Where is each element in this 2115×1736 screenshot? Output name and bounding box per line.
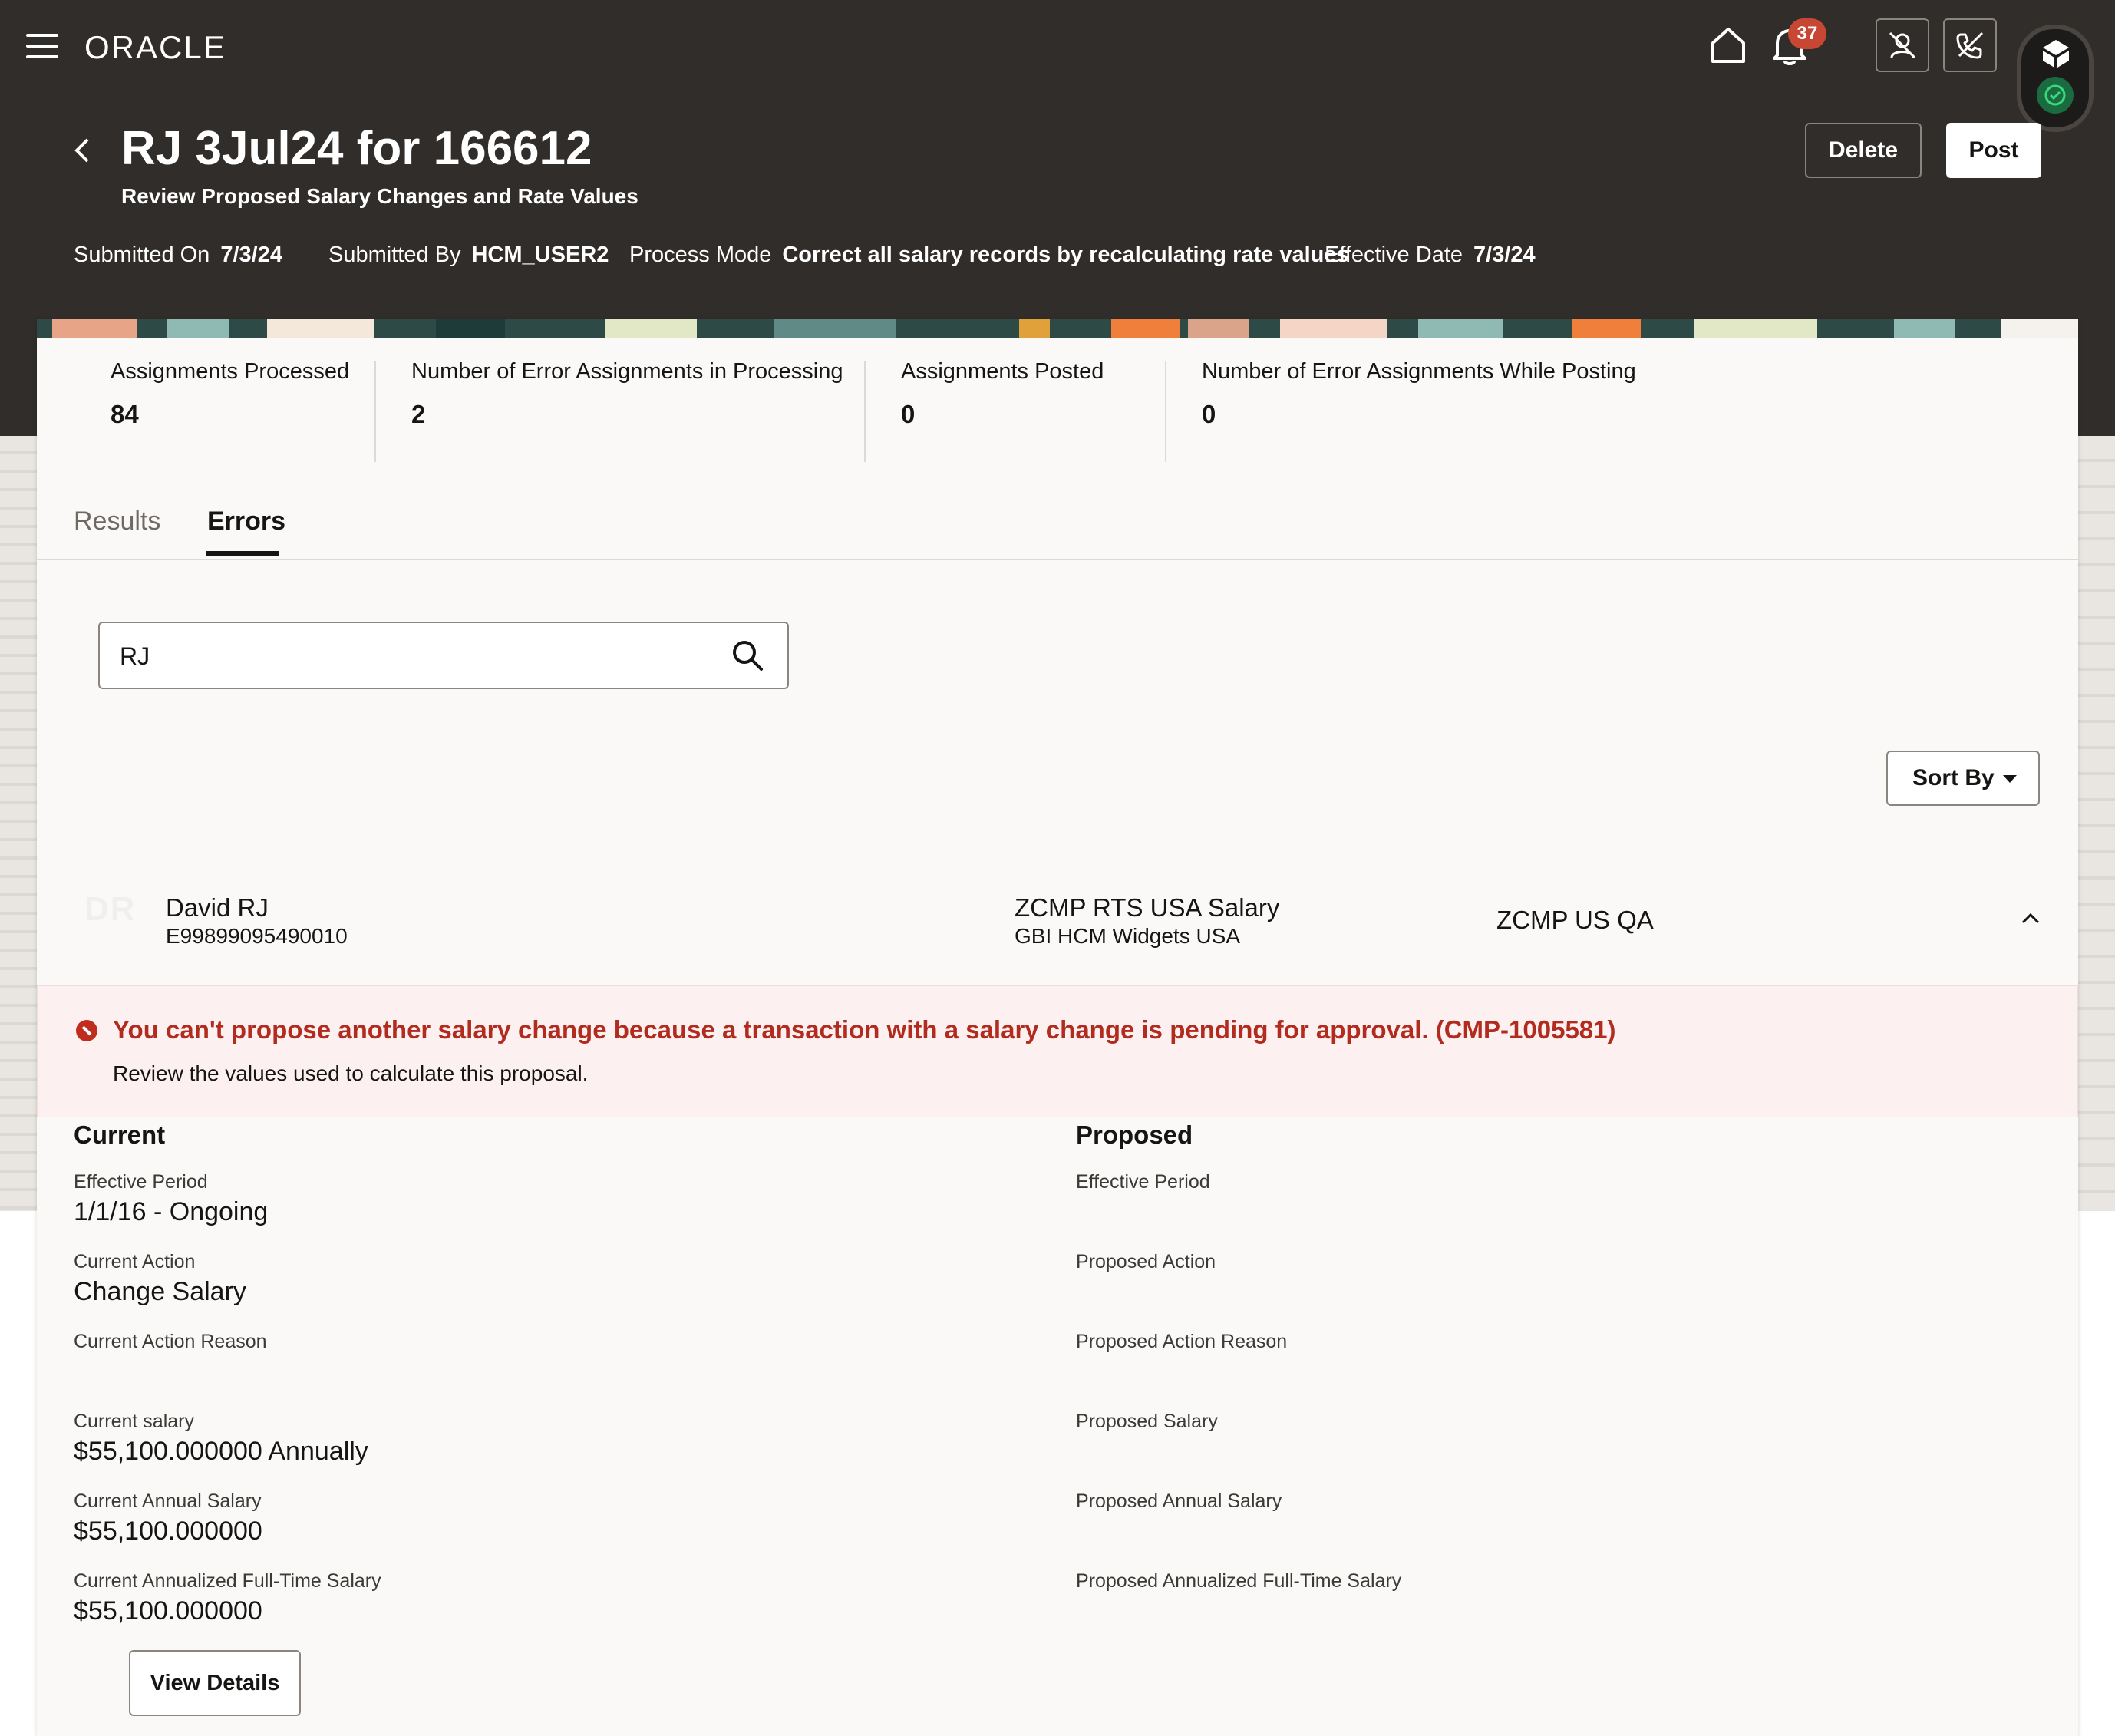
tab-results[interactable]: Results xyxy=(74,507,160,536)
stat-error-posting: Number of Error Assignments While Postin… xyxy=(1202,359,1636,429)
brand-text: ORACLE xyxy=(84,29,226,65)
caret-down-icon xyxy=(2003,775,2017,783)
salary-plan: ZCMP RTS USA Salary xyxy=(1015,893,1280,922)
person-name: David RJ xyxy=(166,893,269,922)
active-tab-indicator xyxy=(206,551,279,556)
meta-effective-date: Effective Date 7/3/24 xyxy=(1325,243,1536,268)
decorative-banner xyxy=(37,319,2078,338)
meta-value: Correct all salary records by recalculat… xyxy=(782,243,1349,267)
stat-value: 0 xyxy=(901,400,916,428)
meta-label: Submitted On xyxy=(74,243,210,267)
current-action-value: Change Salary xyxy=(74,1277,246,1306)
left-decoration xyxy=(0,436,38,1211)
chevron-up-icon[interactable] xyxy=(2020,910,2041,926)
current-action-label: Current Action xyxy=(74,1251,196,1272)
phone-off-button[interactable] xyxy=(1943,18,1997,72)
current-effective-period-label: Effective Period xyxy=(74,1171,208,1193)
proposed-annual-salary-label: Proposed Annual Salary xyxy=(1076,1490,1282,1512)
proposed-action-reason-label: Proposed Action Reason xyxy=(1076,1331,1288,1352)
error-banner: You can't propose another salary change … xyxy=(37,985,2078,1117)
right-decoration xyxy=(2077,436,2115,1211)
page-title: RJ 3Jul24 for 166612 xyxy=(121,122,592,175)
proposed-salary-label: Proposed Salary xyxy=(1076,1411,1218,1432)
main-card: Assignments Processed 84 Number of Error… xyxy=(37,319,2078,1736)
meta-process-mode: Process Mode Correct all salary records b… xyxy=(629,243,1349,268)
phone-off-icon xyxy=(1956,31,1984,59)
status-ok-icon xyxy=(2037,77,2074,114)
error-message: You can't propose another salary change … xyxy=(113,1015,1616,1044)
sort-by-dropdown[interactable]: Sort By xyxy=(1886,751,2040,806)
team-name: ZCMP US QA xyxy=(1496,906,1654,934)
stat-assignments-posted: Assignments Posted 0 xyxy=(901,359,1104,429)
proposed-action-label: Proposed Action xyxy=(1076,1251,1216,1272)
meta-label: Process Mode xyxy=(629,243,772,267)
user-off-button[interactable] xyxy=(1876,18,1929,72)
current-effective-period-value: 1/1/16 - Ongoing xyxy=(74,1197,269,1226)
current-heading: Current xyxy=(74,1120,166,1149)
search-input[interactable] xyxy=(118,637,720,675)
stat-value: 0 xyxy=(1202,400,1216,428)
search-box[interactable] xyxy=(98,622,789,689)
meta-submitted-by: Submitted By HCM_USER2 xyxy=(328,243,609,268)
digital-assistant-widget[interactable] xyxy=(2017,25,2094,132)
current-action-reason-label: Current Action Reason xyxy=(74,1331,267,1352)
meta-submitted-on: Submitted On 7/3/24 xyxy=(74,243,282,268)
stat-label: Number of Error Assignments While Postin… xyxy=(1202,359,1636,384)
stat-divider xyxy=(374,361,376,462)
sort-by-label: Sort By xyxy=(1912,765,1995,790)
back-chevron-icon[interactable] xyxy=(71,135,94,166)
notification-badge: 37 xyxy=(1788,18,1826,49)
current-annual-salary-value: $55,100.000000 xyxy=(74,1517,262,1546)
stat-label: Assignments Processed xyxy=(111,359,350,384)
meta-value: HCM_USER2 xyxy=(471,243,609,267)
stat-divider xyxy=(1165,361,1166,462)
error-detail: Review the values used to calculate this… xyxy=(113,1061,589,1085)
proposed-annualized-ft-salary-label: Proposed Annualized Full-Time Salary xyxy=(1076,1570,1402,1592)
meta-value: 7/3/24 xyxy=(1473,243,1536,267)
meta-label: Submitted By xyxy=(328,243,461,267)
view-details-button[interactable]: View Details xyxy=(129,1650,301,1716)
search-icon[interactable] xyxy=(731,639,764,672)
person-id: E99899095490010 xyxy=(166,924,348,948)
current-annualized-ft-salary-value: $55,100.000000 xyxy=(74,1596,262,1625)
stat-assignments-processed: Assignments Processed 84 xyxy=(111,359,349,429)
assistant-icon xyxy=(2043,40,2069,68)
stat-value: 2 xyxy=(411,400,426,428)
stat-divider xyxy=(864,361,866,462)
meta-value: 7/3/24 xyxy=(220,243,282,267)
proposed-heading: Proposed xyxy=(1076,1120,1193,1149)
meta-label: Effective Date xyxy=(1325,243,1463,267)
home-icon[interactable] xyxy=(1710,26,1747,64)
stat-value: 84 xyxy=(111,400,139,428)
hamburger-icon[interactable] xyxy=(26,34,58,58)
salary-plan-org: GBI HCM Widgets USA xyxy=(1015,924,1241,948)
stat-label: Assignments Posted xyxy=(901,359,1104,384)
current-annual-salary-label: Current Annual Salary xyxy=(74,1490,262,1512)
oracle-logo[interactable]: ORACLE xyxy=(84,26,241,66)
avatar: DR xyxy=(84,890,137,928)
current-annualized-ft-salary-label: Current Annualized Full-Time Salary xyxy=(74,1570,381,1592)
current-salary-value: $55,100.000000 Annually xyxy=(74,1437,368,1466)
error-icon xyxy=(76,1020,97,1041)
stat-label: Number of Error Assignments in Processin… xyxy=(411,359,843,384)
proposed-effective-period-label: Effective Period xyxy=(1076,1171,1210,1193)
stat-error-processing: Number of Error Assignments in Processin… xyxy=(411,359,843,429)
page-subtitle: Review Proposed Salary Changes and Rate … xyxy=(121,184,638,208)
delete-button[interactable]: Delete xyxy=(1805,123,1922,178)
tab-errors[interactable]: Errors xyxy=(207,507,285,536)
tab-divider xyxy=(37,559,2078,560)
post-button[interactable]: Post xyxy=(1946,123,2041,178)
user-off-icon xyxy=(1889,31,1916,59)
current-salary-label: Current salary xyxy=(74,1411,194,1432)
